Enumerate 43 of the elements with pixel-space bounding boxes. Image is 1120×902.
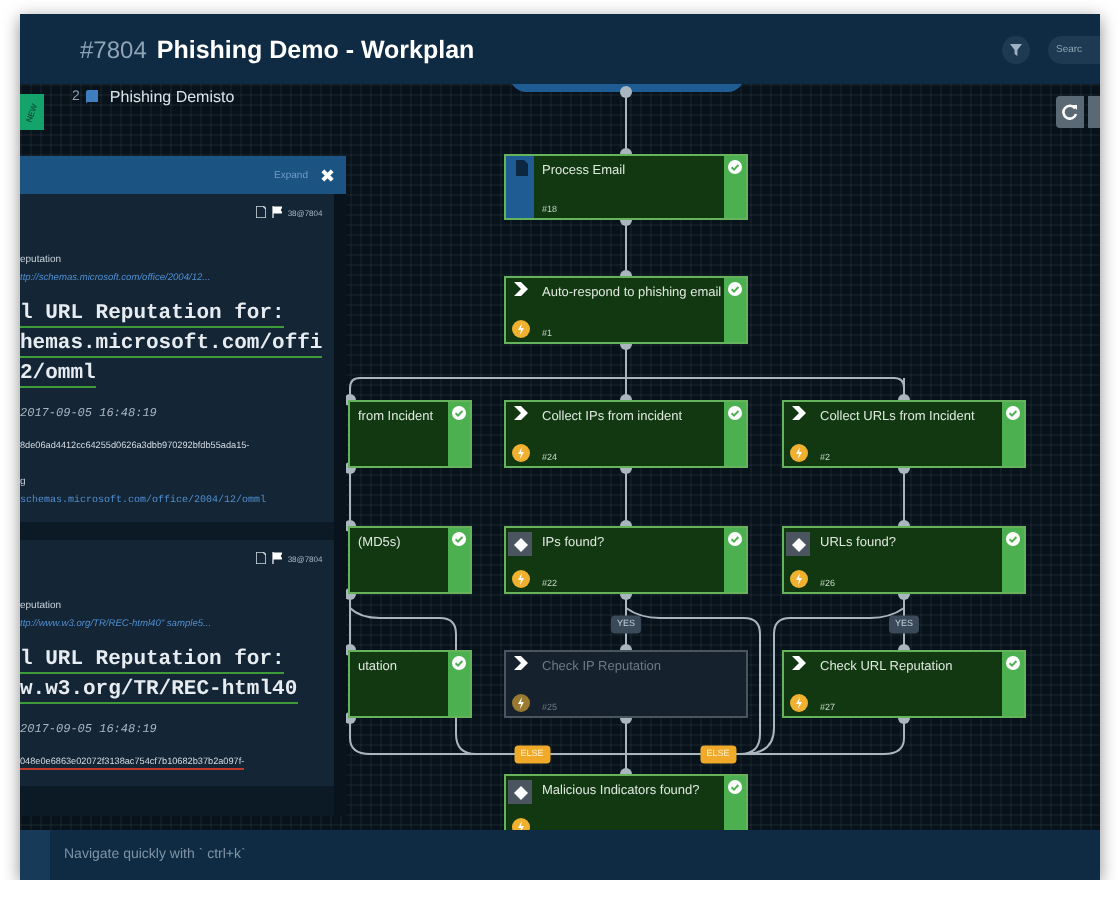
check-icon — [452, 532, 466, 546]
lightning-icon — [789, 570, 807, 588]
lightning-icon — [789, 694, 807, 712]
diamond-icon — [513, 537, 527, 551]
chevron-icon — [791, 406, 805, 420]
lightning-icon — [511, 694, 529, 712]
reload-icon — [1062, 104, 1078, 120]
book-icon — [85, 90, 98, 104]
flag-icon — [271, 552, 282, 564]
lightning-icon — [511, 320, 529, 338]
check-icon — [452, 656, 466, 670]
chevron-icon — [513, 656, 527, 670]
check-icon — [728, 282, 742, 296]
result-heading: l URL Reputation for: w.w3.org/TR/REC-html40 — [20, 648, 298, 708]
note-icon — [255, 552, 266, 564]
diamond-icon — [513, 785, 527, 799]
chevron-icon — [791, 656, 805, 670]
filter-button[interactable] — [1002, 35, 1030, 63]
lightning-icon — [511, 444, 529, 462]
chevron-icon — [513, 406, 527, 420]
check-icon — [1006, 656, 1020, 670]
workplan-title: Phishing Demo - Workplan — [156, 35, 475, 63]
close-button[interactable]: ✖ — [320, 165, 336, 185]
check-icon — [728, 160, 742, 174]
filter-icon — [1010, 43, 1022, 55]
lightning-icon — [789, 444, 807, 462]
check-icon — [728, 406, 742, 420]
check-icon — [1006, 406, 1020, 420]
sidebar-toggle[interactable] — [20, 830, 50, 880]
check-icon — [452, 406, 466, 420]
reload-button[interactable] — [1056, 96, 1084, 128]
playbook-name: Phishing Demisto — [109, 88, 235, 106]
flag-icon — [271, 206, 282, 218]
check-icon — [728, 532, 742, 546]
check-icon — [728, 780, 742, 794]
document-icon — [513, 160, 527, 176]
chevron-icon — [513, 282, 527, 296]
note-icon — [255, 206, 266, 218]
result-heading: l URL Reputation for: hemas.microsoft.com/offi 2/omml — [20, 302, 323, 392]
diamond-icon — [791, 537, 805, 551]
check-icon — [1006, 532, 1020, 546]
lightning-icon — [511, 570, 529, 588]
incident-number: #7804 — [80, 35, 147, 63]
